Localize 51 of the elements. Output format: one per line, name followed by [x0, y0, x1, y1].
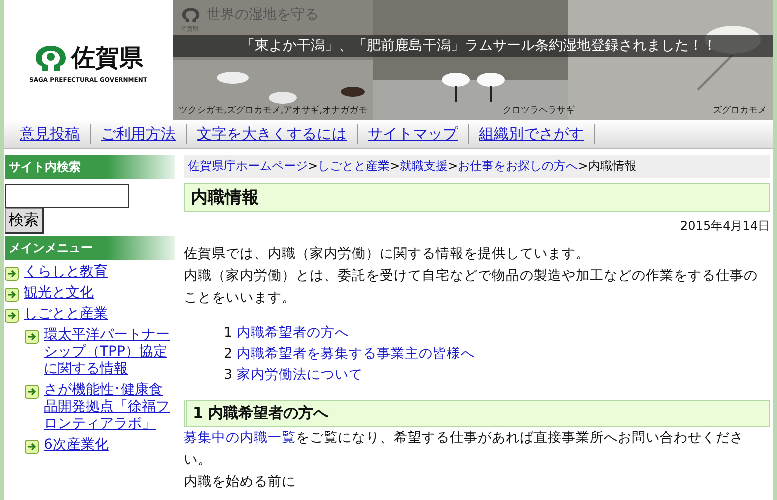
menu-link[interactable]: さが機能性･健康食品開発拠点「徐福フロンティアラボ」 — [44, 382, 175, 433]
arrow-icon — [5, 288, 19, 302]
page-title: 内職情報 — [184, 183, 770, 212]
paragraph: 募集中の内職一覧をご覧になり、希望する仕事があれば直接事業所へお問い合わせください。 — [184, 429, 745, 470]
nav-link[interactable]: 意見投稿 — [10, 124, 90, 144]
breadcrumb-link[interactable]: 就職支援 — [400, 159, 448, 173]
paragraph: 佐賀県では、内職（家内労働）に関する情報を提供しています。 — [184, 245, 591, 264]
arrow-icon — [25, 385, 39, 399]
menu-link[interactable]: 6次産業化 — [44, 437, 109, 454]
logo-icon — [181, 7, 201, 23]
breadcrumb-separator: > — [390, 159, 400, 173]
paragraph: 内職を始める前に — [184, 473, 297, 492]
breadcrumb-separator: > — [308, 159, 318, 173]
menu-link[interactable]: しごとと産業 — [24, 306, 108, 323]
menu-link[interactable]: 環太平洋パートナーシップ（TPP）協定に関する情報 — [44, 327, 175, 378]
logo-icon — [34, 44, 68, 72]
section-heading: 1 内職希望者の方へ — [184, 400, 770, 427]
search-button[interactable]: 検索 — [5, 208, 44, 234]
breadcrumb-separator: > — [448, 159, 458, 173]
arrow-icon — [25, 440, 39, 454]
logo-text: 佐賀県 — [72, 43, 144, 74]
search-field[interactable] — [5, 184, 129, 208]
list-number: 1 — [224, 325, 233, 341]
toc-link[interactable]: 内職希望者の方へ — [236, 325, 349, 341]
arrow-icon — [5, 267, 19, 281]
list-number: 3 — [224, 367, 233, 383]
breadcrumb-link[interactable]: お仕事をお探しの方へ — [458, 159, 578, 173]
sidebar-heading: メインメニュー — [5, 236, 175, 260]
breadcrumb-link[interactable]: しごとと産業 — [318, 159, 390, 173]
nav-link[interactable]: 組織別でさがす — [469, 124, 594, 144]
menu-link[interactable]: 観光と文化 — [24, 285, 94, 302]
date-text: 2015年4月14日 — [680, 218, 770, 235]
list-number: 2 — [224, 346, 233, 362]
breadcrumb-separator: > — [578, 159, 588, 173]
breadcrumb-current: 内職情報 — [588, 159, 636, 173]
sidebar-heading: サイト内検索 — [5, 155, 175, 179]
photo-caption: クロツラヘラサギ — [503, 104, 575, 117]
arrow-icon — [5, 309, 19, 323]
photo-caption: ツクシガモ,ズグロカモメ,アオサギ,オナガガモ — [179, 104, 368, 117]
breadcrumb-link[interactable]: 佐賀県庁ホームページ — [188, 159, 308, 173]
nav-link[interactable]: 文字を大きくするには — [187, 124, 357, 144]
photo-caption: ズグロカモメ — [713, 104, 767, 117]
paragraph: 内職（家内労働）とは、委託を受けて自宅などで物品の製造や加工などの作業をする仕事のことをいいます。 — [184, 267, 759, 308]
nav-link[interactable]: ご利用方法 — [91, 124, 186, 144]
nav-link[interactable]: サイトマップ — [358, 124, 468, 144]
banner-headline: 「東よか干潟」、「肥前鹿島干潟」ラムサール条約湿地登録されました！！ — [173, 35, 773, 57]
toc-link[interactable]: 内職希望者を募集する事業主の皆様へ — [236, 346, 475, 362]
job-list-link[interactable]: 募集中の内職一覧 — [184, 430, 296, 446]
arrow-icon — [25, 330, 39, 344]
toc-link[interactable]: 家内労働法について — [236, 367, 363, 383]
menu-link[interactable]: くらしと教育 — [24, 264, 108, 281]
